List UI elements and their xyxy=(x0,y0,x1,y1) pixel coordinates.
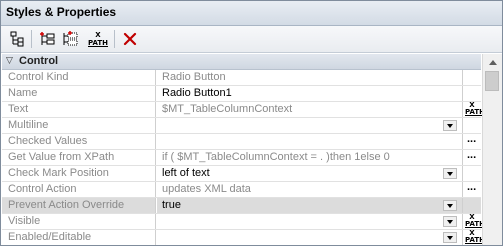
property-value[interactable] xyxy=(157,134,462,149)
property-button-cell[interactable]: ... xyxy=(462,181,481,197)
xpath-icon[interactable]: X PATH xyxy=(465,230,485,244)
xpath-icon[interactable]: X PATH xyxy=(465,214,485,228)
property-grid: Control Kind Radio Button Name Radio Button… xyxy=(2,70,485,245)
collapse-arrow-icon[interactable]: ▽ xyxy=(6,55,13,66)
property-button-cell xyxy=(462,198,481,213)
group-name: Control xyxy=(19,55,59,67)
add-child-property-icon xyxy=(63,31,78,46)
property-row[interactable]: Visible X PATH xyxy=(2,214,485,230)
styles-properties-window: Styles & Properties X PATH ▽ Control Con… xyxy=(0,0,503,246)
tree-view-button[interactable] xyxy=(6,28,28,50)
chevron-down-icon xyxy=(447,235,453,240)
tree-view-icon xyxy=(10,31,24,47)
property-name: Checked Values xyxy=(2,134,156,149)
ellipsis-button[interactable]: ... xyxy=(467,149,476,161)
group-header-control[interactable]: ▽ Control xyxy=(2,54,481,70)
property-row[interactable]: Control Kind Radio Button xyxy=(2,70,481,86)
property-row[interactable]: Multiline xyxy=(2,118,481,134)
property-value[interactable]: Radio Button1 xyxy=(157,86,462,101)
property-button-cell xyxy=(462,86,481,101)
scroll-thumb[interactable] xyxy=(485,71,499,91)
property-value[interactable] xyxy=(157,214,462,229)
xpath-icon[interactable]: X PATH xyxy=(465,102,485,116)
dropdown-button[interactable] xyxy=(443,168,457,179)
property-name: Get Value from XPath xyxy=(2,150,156,165)
property-row[interactable]: Control Action updates XML data... xyxy=(2,181,481,198)
dropdown-button[interactable] xyxy=(443,232,457,243)
property-button-cell[interactable]: ... xyxy=(462,133,481,149)
chevron-down-icon xyxy=(447,203,453,208)
window-title: Styles & Properties xyxy=(6,5,117,19)
property-value[interactable]: if ( $MT_TableColumnContext = . )then 1e… xyxy=(157,150,462,165)
property-name: Multiline xyxy=(2,118,156,133)
property-name: Text xyxy=(2,102,156,117)
property-button-cell xyxy=(462,70,481,85)
property-name: Enabled/Editable xyxy=(2,230,156,245)
add-property-icon xyxy=(40,32,55,45)
property-button-cell xyxy=(462,166,481,181)
property-name: Control Action xyxy=(2,182,156,197)
property-button-cell[interactable]: ... xyxy=(462,149,481,165)
add-property-button[interactable] xyxy=(37,28,59,50)
property-button-cell[interactable]: X PATH xyxy=(462,230,485,245)
property-button-cell[interactable]: X PATH xyxy=(462,214,485,229)
dropdown-button[interactable] xyxy=(443,120,457,131)
add-child-property-button[interactable] xyxy=(59,28,81,50)
arrow-up-icon xyxy=(488,59,497,65)
property-value[interactable]: left of text xyxy=(157,166,462,181)
dropdown-button[interactable] xyxy=(443,216,457,227)
chevron-down-icon xyxy=(447,171,453,176)
property-name: Visible xyxy=(2,214,156,229)
property-row[interactable]: Name Radio Button1 xyxy=(2,86,481,102)
property-value[interactable]: Radio Button xyxy=(157,70,462,85)
vertical-scrollbar[interactable] xyxy=(482,54,502,245)
dropdown-button[interactable] xyxy=(443,200,457,211)
property-name: Name xyxy=(2,86,156,101)
title-bar: Styles & Properties xyxy=(1,1,502,26)
property-button-cell xyxy=(462,118,481,133)
scroll-up-button[interactable] xyxy=(483,54,502,70)
delete-button[interactable] xyxy=(119,28,141,50)
ellipsis-button[interactable]: ... xyxy=(467,181,476,193)
property-row[interactable]: Prevent Action Override true xyxy=(2,198,481,214)
property-value[interactable] xyxy=(157,230,462,245)
property-value[interactable]: true xyxy=(157,198,462,213)
property-row[interactable]: Checked Values... xyxy=(2,133,481,150)
property-button-cell[interactable]: X PATH xyxy=(462,102,485,117)
property-row[interactable]: Text $MT_TableColumnContext X PATH xyxy=(2,102,485,118)
property-name: Prevent Action Override xyxy=(2,198,156,213)
toolbar: X PATH xyxy=(1,26,502,53)
property-value[interactable]: $MT_TableColumnContext xyxy=(157,102,462,117)
property-name: Control Kind xyxy=(2,70,156,85)
property-row[interactable]: Enabled/Editable X PATH xyxy=(2,230,485,245)
ellipsis-button[interactable]: ... xyxy=(467,133,476,145)
property-row[interactable]: Get Value from XPath if ( $MT_TableColumn… xyxy=(2,149,481,166)
delete-icon xyxy=(123,32,137,46)
xpath-icon: X PATH xyxy=(88,31,108,47)
property-value[interactable] xyxy=(157,118,462,133)
property-value[interactable]: updates XML data xyxy=(157,182,462,197)
property-row[interactable]: Check Mark Position left of text xyxy=(2,166,481,182)
chevron-down-icon xyxy=(447,123,453,128)
property-name: Check Mark Position xyxy=(2,166,156,181)
xpath-button[interactable]: X PATH xyxy=(87,28,109,50)
chevron-down-icon xyxy=(447,219,453,224)
